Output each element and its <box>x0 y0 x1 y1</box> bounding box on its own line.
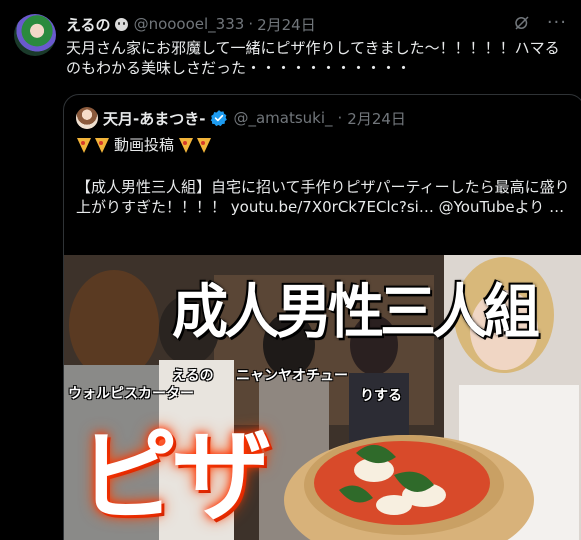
avatar[interactable] <box>14 14 56 56</box>
tweet-actions-top: ··· <box>513 14 567 32</box>
quote-author-handle[interactable]: @_amatsuki_ <box>233 109 332 127</box>
thumbnail-big-text: ピザ <box>78 418 272 535</box>
more-options-icon[interactable]: ··· <box>547 14 567 32</box>
quote-header: 天月-あまつき- @_amatsuki_ · 2月24日 <box>76 107 406 129</box>
pizza-icon <box>95 137 109 153</box>
author-name[interactable]: えるの <box>66 14 111 35</box>
quote-line-1-text: 動画投稿 <box>114 136 175 154</box>
quoted-tweet[interactable]: 天月-あまつき- @_amatsuki_ · 2月24日 動画投稿 【成人男性三… <box>63 94 581 540</box>
emoji-icon <box>114 17 128 31</box>
tweet-text: 天月さん家にお邪魔して一緒にピザ作りしてきました〜！！！！！ハマるのもわかる美味… <box>66 39 560 77</box>
quote-avatar[interactable] <box>76 107 98 129</box>
thumbnail-label: ニャンヤオチュー <box>236 368 348 384</box>
quote-author-name[interactable]: 天月-あまつき- <box>103 108 205 129</box>
separator-dot: · <box>337 109 343 127</box>
pizza-icon <box>197 137 212 153</box>
verified-badge-icon <box>211 110 228 127</box>
quote-date[interactable]: 2月24日 <box>347 108 406 129</box>
quote-body: 【成人男性三人組】自宅に招いて手作りピザパーティーしたら最高に盛り上がりすぎた！… <box>76 178 570 216</box>
thumbnail-title: 成人男性三人組 <box>172 278 540 347</box>
pizza-icon <box>77 137 91 153</box>
video-thumbnail[interactable]: 成人男性三人組 えるの ニャンヤオチュー ウォルピスカーター りする ピザ <box>64 255 581 540</box>
tweet[interactable]: えるの @nooooel_333 · 2月24日 ··· 天月さん家にお邪魔して… <box>0 0 581 540</box>
tweet-date[interactable]: 2月24日 <box>257 14 316 35</box>
tweet-header: えるの @nooooel_333 · 2月24日 <box>66 13 316 35</box>
pizza-icon <box>179 137 194 153</box>
quote-line-1: 動画投稿 <box>76 135 212 155</box>
thumbnail-label: えるの <box>172 368 214 384</box>
separator-dot: · <box>248 15 254 33</box>
thumbnail-label: りする <box>360 388 402 404</box>
grok-icon[interactable] <box>513 14 531 32</box>
author-handle[interactable]: @nooooel_333 <box>134 15 245 33</box>
